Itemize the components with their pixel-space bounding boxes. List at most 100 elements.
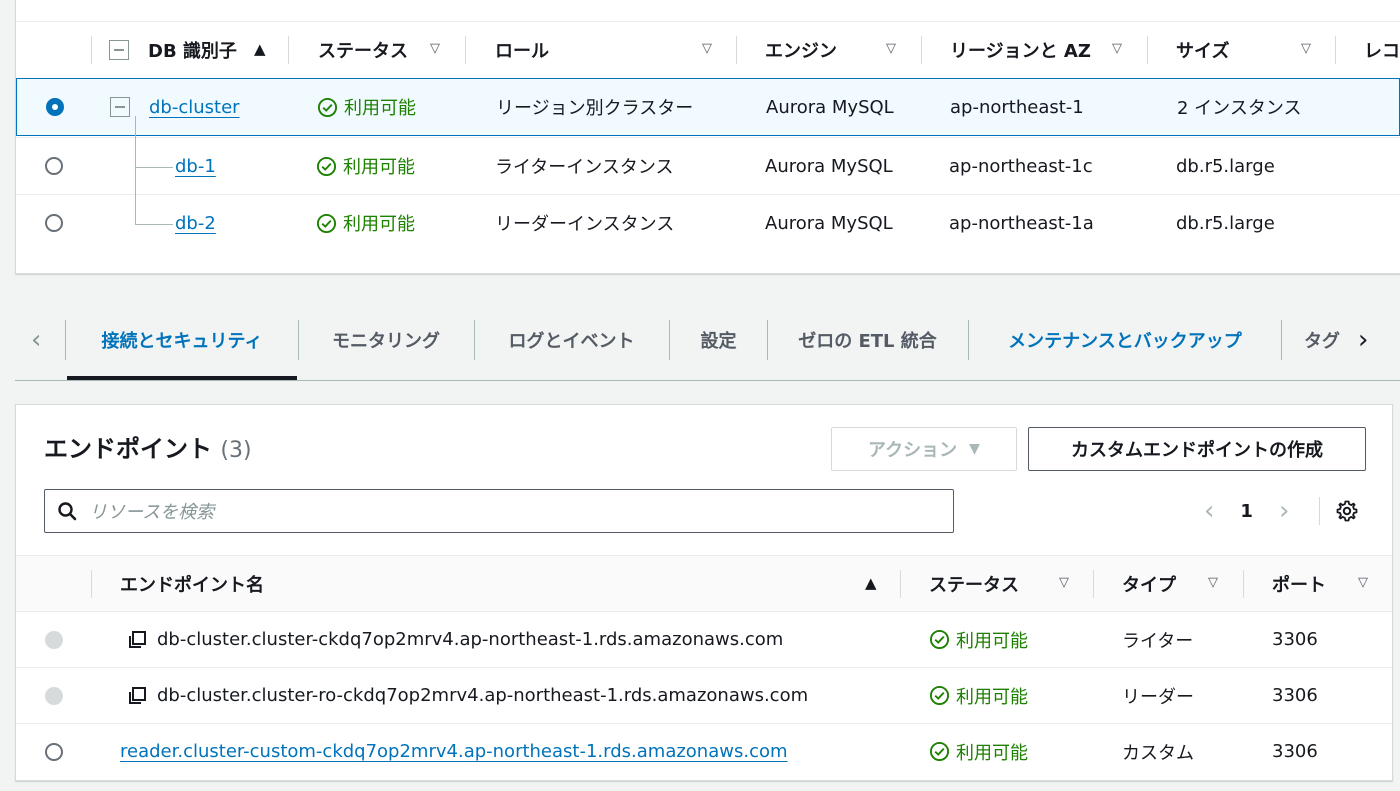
chevron-left-icon[interactable]: ‹ <box>1204 496 1214 526</box>
sort-icon[interactable]: ▽ <box>1301 41 1311 56</box>
endpoint-port: 3306 <box>1272 629 1318 650</box>
gear-icon <box>1336 500 1358 522</box>
size-text: db.r5.large <box>1176 212 1275 234</box>
table-row-db-1[interactable]: db-1 利用可能 ライターインスタンス Aurora MySQL ap-nor… <box>16 137 1400 194</box>
sort-ascending-icon[interactable]: ▲ <box>254 40 266 58</box>
status-text: 利用可能 <box>344 98 416 119</box>
sort-icon[interactable]: ▽ <box>1358 575 1368 590</box>
collapse-icon <box>110 97 130 117</box>
tabs-baseline <box>15 380 1400 381</box>
table-row-db-2[interactable]: db-2 利用可能 リーダーインスタンス Aurora MySQL ap-nor… <box>16 194 1400 251</box>
page-number[interactable]: 1 <box>1240 501 1253 522</box>
endpoint-name-link[interactable]: reader.cluster-custom-ckdq7op2mrv4.ap-no… <box>120 741 788 762</box>
column-header-size[interactable]: サイズ <box>1176 22 1229 78</box>
column-header-endpoint-name[interactable]: エンドポイント名 <box>120 556 264 612</box>
column-header-status[interactable]: ステータス <box>318 22 408 78</box>
column-label: ステータス <box>318 41 408 62</box>
column-label: ロール <box>495 41 549 62</box>
check-circle-icon <box>316 213 337 233</box>
check-circle-icon <box>317 97 338 117</box>
preferences-button[interactable] <box>1335 489 1359 533</box>
row-radio[interactable] <box>45 138 63 194</box>
db-table-header: DB 識別子 ▲ ステータス ▽ ロール ▽ エンジン ▽ リージョンと AZ … <box>16 21 1400 77</box>
column-header-next[interactable]: レコ <box>1364 22 1400 78</box>
status-text: 利用可能 <box>343 157 415 178</box>
column-divider <box>1093 570 1094 598</box>
radio-icon <box>45 214 63 232</box>
radio-icon <box>45 742 63 761</box>
sort-icon[interactable]: ▽ <box>430 41 440 56</box>
region-text: ap-northeast-1c <box>949 155 1093 177</box>
tab-monitoring[interactable]: モニタリング <box>299 320 473 360</box>
tab-connectivity-security[interactable]: 接続とセキュリティ <box>67 320 297 360</box>
sort-ascending-icon[interactable]: ▲ <box>865 574 877 592</box>
column-header-type[interactable]: タイプ <box>1122 556 1176 612</box>
db-id-link[interactable]: db-1 <box>175 156 216 177</box>
sort-icon[interactable]: ▽ <box>1059 575 1069 590</box>
column-divider <box>736 36 737 64</box>
table-row: db-cluster.cluster-ckdq7op2mrv4.ap-north… <box>16 611 1392 667</box>
radio-disabled-icon <box>45 630 63 649</box>
endpoint-name: db-cluster.cluster-ckdq7op2mrv4.ap-north… <box>157 629 784 650</box>
search-input[interactable]: リソースを検索 <box>44 489 954 533</box>
column-header-role[interactable]: ロール <box>495 22 549 78</box>
sort-icon[interactable]: ▽ <box>702 41 712 56</box>
row-radio[interactable] <box>45 195 63 251</box>
row-radio-disabled <box>45 612 63 667</box>
table-row-db-cluster[interactable]: db-cluster 利用可能 リージョン別クラスター Aurora MySQL… <box>16 78 1400 136</box>
tab-tags[interactable]: タグ <box>1282 320 1352 360</box>
detail-tabs: ‹ 接続とセキュリティ モニタリング ログとイベント 設定 ゼロの ETL 統合… <box>15 300 1400 382</box>
endpoint-port: 3306 <box>1272 741 1318 762</box>
column-header-engine[interactable]: エンジン <box>765 22 837 78</box>
db-id-link[interactable]: db-cluster <box>149 97 240 118</box>
check-circle-icon <box>929 629 950 650</box>
row-radio-disabled <box>45 668 63 723</box>
column-label: DB 識別子 <box>148 41 237 62</box>
copy-icon[interactable] <box>127 630 147 650</box>
chevron-right-icon[interactable]: › <box>1279 496 1289 526</box>
endpoint-type: ライター <box>1122 630 1194 652</box>
column-header-region[interactable]: リージョンと AZ <box>950 22 1091 78</box>
divider <box>1319 497 1320 525</box>
chevron-left-icon[interactable]: ‹ <box>31 320 41 360</box>
radio-icon <box>45 157 63 175</box>
sort-icon[interactable]: ▽ <box>1208 575 1218 590</box>
pagination: ‹ 1 › <box>1204 489 1289 533</box>
endpoint-port: 3306 <box>1272 685 1318 706</box>
chevron-right-icon[interactable]: › <box>1358 320 1368 360</box>
endpoints-panel: エンドポイント (3) アクション ▼ カスタムエンドポイントの作成 リソースを… <box>15 404 1393 781</box>
tab-maintenance-backup[interactable]: メンテナンスとバックアップ <box>969 320 1281 360</box>
endpoint-name: db-cluster.cluster-ro-ckdq7op2mrv4.ap-no… <box>157 685 809 706</box>
tab-zero-etl[interactable]: ゼロの ETL 統合 <box>768 320 967 360</box>
status-badge: 利用可能 <box>316 210 415 236</box>
sort-icon[interactable]: ▽ <box>886 41 896 56</box>
collapse-toggle[interactable] <box>110 79 130 135</box>
db-id-link[interactable]: db-2 <box>175 213 216 234</box>
column-divider <box>1243 570 1244 598</box>
row-radio[interactable] <box>46 79 64 135</box>
search-icon <box>58 502 77 521</box>
expand-all-toggle[interactable] <box>109 22 129 78</box>
db-instances-table: DB 識別子 ▲ ステータス ▽ ロール ▽ エンジン ▽ リージョンと AZ … <box>15 0 1400 274</box>
column-label: ポート <box>1272 575 1326 596</box>
column-divider <box>91 36 92 64</box>
status-text: 利用可能 <box>956 686 1028 708</box>
endpoint-type: カスタム <box>1122 742 1194 764</box>
tab-logs-events[interactable]: ログとイベント <box>475 320 668 360</box>
column-header-status[interactable]: ステータス <box>929 556 1019 612</box>
role-text: リージョン別クラスター <box>496 98 694 119</box>
column-label: エンドポイント名 <box>120 575 264 596</box>
actions-dropdown[interactable]: アクション ▼ <box>831 427 1017 471</box>
collapse-icon <box>109 40 129 60</box>
create-custom-endpoint-button[interactable]: カスタムエンドポイントの作成 <box>1028 427 1366 471</box>
row-radio[interactable] <box>45 724 63 779</box>
column-header-db-id[interactable]: DB 識別子 <box>148 22 237 78</box>
column-header-port[interactable]: ポート <box>1272 556 1326 612</box>
table-row[interactable]: reader.cluster-custom-ckdq7op2mrv4.ap-no… <box>16 723 1392 779</box>
tab-configuration[interactable]: 設定 <box>670 320 767 360</box>
column-divider <box>1147 36 1148 64</box>
region-text: ap-northeast-1a <box>949 212 1094 234</box>
copy-icon[interactable] <box>127 686 147 706</box>
table-row: db-cluster.cluster-ro-ckdq7op2mrv4.ap-no… <box>16 667 1392 723</box>
sort-icon[interactable]: ▽ <box>1112 41 1122 56</box>
